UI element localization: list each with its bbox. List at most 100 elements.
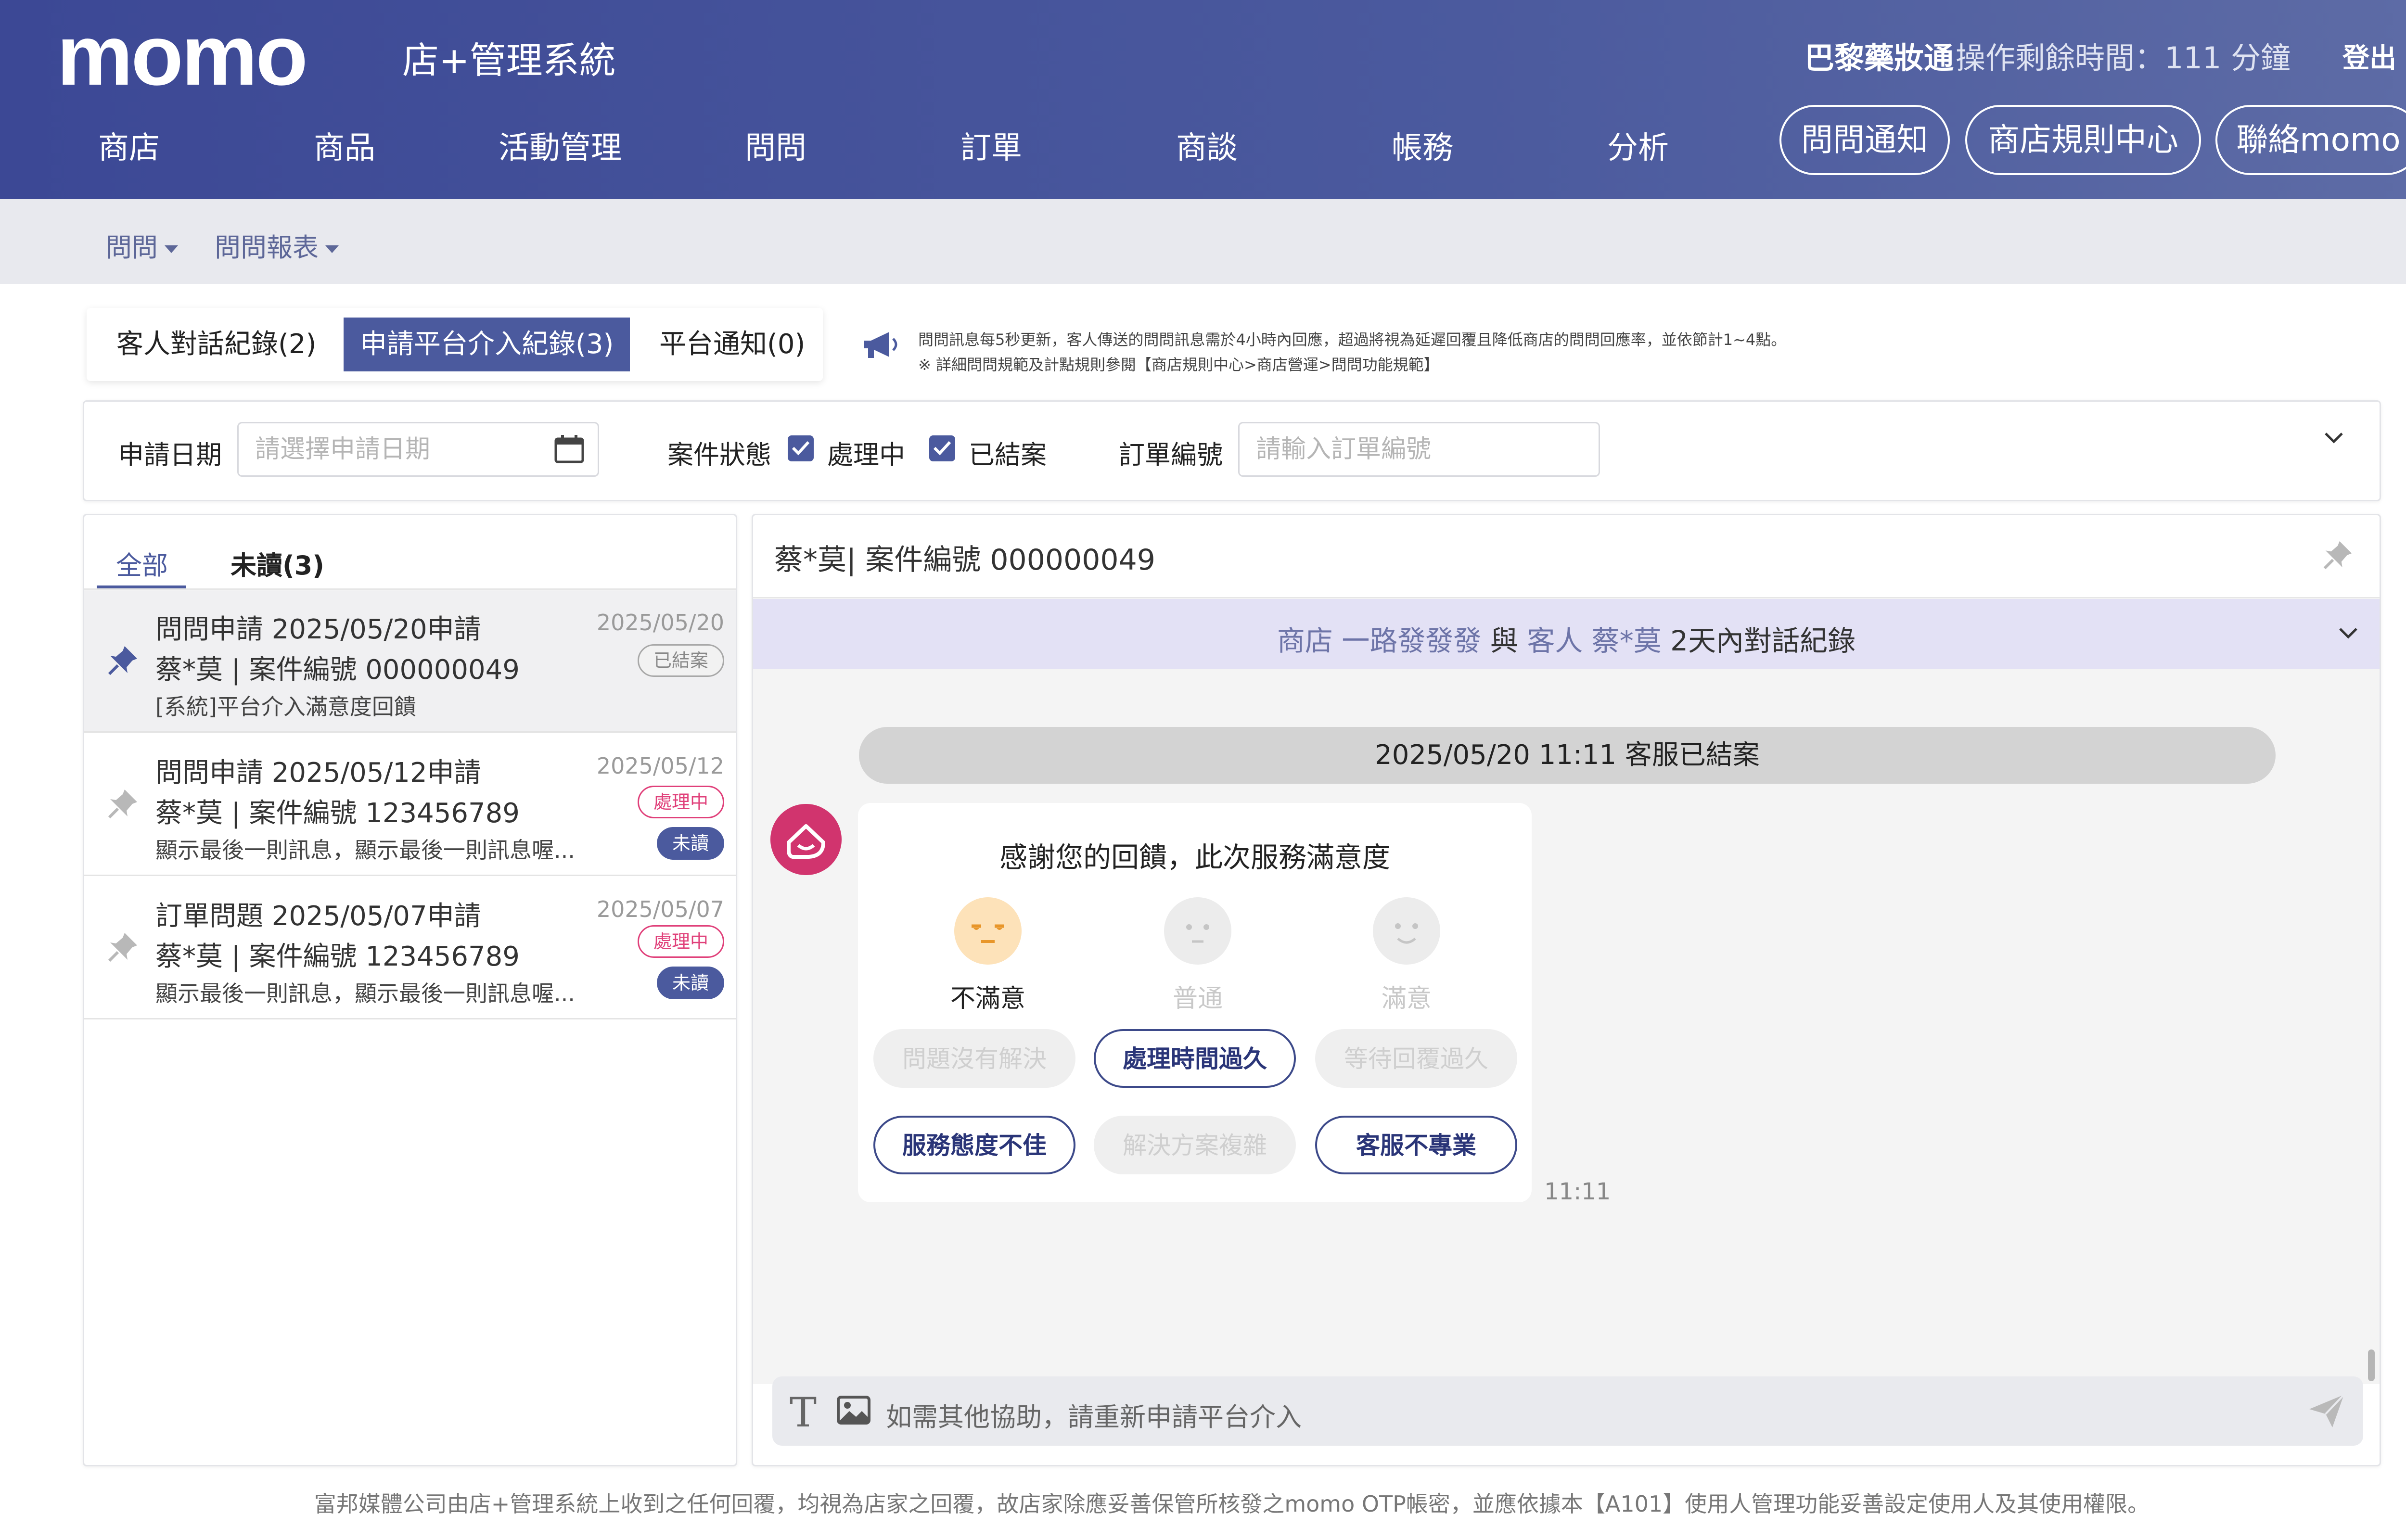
conv-suffix: 2天內對話紀錄 xyxy=(1670,624,1856,657)
apply-date-input[interactable]: 請選擇申請日期 xyxy=(237,422,599,477)
reason-chip[interactable]: 客服不專業 xyxy=(1315,1116,1517,1174)
face-label-neutral: 普通 xyxy=(1172,984,1223,1013)
pin-icon[interactable] xyxy=(105,787,140,821)
pin-icon[interactable] xyxy=(2321,538,2355,572)
text-format-icon[interactable]: T xyxy=(790,1389,817,1436)
status-badge-closed: 已結案 xyxy=(637,644,724,677)
order-number-label: 訂單編號 xyxy=(1119,440,1223,470)
session-remaining-time: 操作剩餘時間：111 分鐘 xyxy=(1955,40,2291,76)
chat-scrollbar[interactable] xyxy=(2368,1349,2375,1381)
case-list-item[interactable]: 問問申請 2025/05/12申請 蔡*莫 | 案件編號 123456789 顯… xyxy=(84,734,736,876)
footer-disclaimer: 富邦媒體公司由店+管理系統上收到之任何回覆，均視為店家之回覆，故店家除應妥善保管… xyxy=(314,1491,2150,1517)
case-title: 訂單問題 2025/05/07申請 xyxy=(155,901,481,932)
chat-messages[interactable]: 2025/05/20 11:11 客服已結案 感謝您的回饋，此次服務滿意度 不滿… xyxy=(753,669,2380,1384)
conv-shop-prefix: 商店 xyxy=(1277,624,1333,657)
nav-negotiation[interactable]: 商談 xyxy=(1176,124,1238,172)
caret-down-icon xyxy=(325,245,339,254)
pin-icon[interactable] xyxy=(105,643,140,678)
case-date: 2025/05/20 xyxy=(596,610,724,636)
message-composer[interactable]: T 如需其他協助，請重新申請平台介入 xyxy=(772,1376,2363,1446)
satisfied-face-icon[interactable] xyxy=(1373,897,1440,965)
chat-case-title: 蔡*莫| 案件編號 000000049 xyxy=(774,543,1155,577)
reason-chip[interactable]: 等待回覆過久 xyxy=(1315,1029,1517,1088)
qa-notification-button[interactable]: 問問通知 xyxy=(1779,105,1950,175)
reason-chip[interactable]: 服務態度不佳 xyxy=(873,1116,1075,1174)
expand-filter-chevron-icon[interactable] xyxy=(2322,426,2346,450)
top-header: momo 店+管理系統 巴黎藥妝通 操作剩餘時間：111 分鐘 登出 商店 商品… xyxy=(0,0,2406,199)
case-customer-number: 蔡*莫 | 案件編號 123456789 xyxy=(155,798,520,829)
notice-line-2: ※ 詳細問問規範及計點規則參閱【商店規則中心>商店營運>問問功能規範】 xyxy=(918,356,1439,374)
subnav-qa-label: 問問 xyxy=(106,232,158,263)
message-time: 11:11 xyxy=(1544,1178,1611,1205)
order-number-input[interactable]: 請輸入訂單編號 xyxy=(1238,422,1600,477)
tab-customer-conversations[interactable]: 客人對話紀錄(2) xyxy=(116,318,316,371)
conv-customer-name: 蔡*莫 xyxy=(1591,624,1662,657)
chevron-down-icon[interactable] xyxy=(2336,621,2360,645)
unread-badge: 未讀 xyxy=(656,827,724,860)
survey-title: 感謝您的回饋，此次服務滿意度 xyxy=(999,841,1390,874)
composer-placeholder: 如需其他協助，請重新申請平台介入 xyxy=(886,1402,1302,1432)
conv-shop-name: 一路發發發 xyxy=(1342,624,1482,657)
megaphone-icon xyxy=(864,332,897,358)
case-status-label: 案件狀態 xyxy=(667,440,771,470)
tab-platform-intervention[interactable]: 申請平台介入紀錄(3) xyxy=(344,318,630,371)
main-nav: 商店 商品 活動管理 問問 訂單 商談 帳務 分析 xyxy=(0,124,1732,172)
list-tab-unread[interactable]: 未讀(3) xyxy=(230,544,324,582)
momo-service-avatar-icon xyxy=(770,804,842,875)
status-processing-label: 處理中 xyxy=(827,440,905,470)
divider xyxy=(753,597,2380,598)
status-processing-checkbox[interactable] xyxy=(788,435,814,461)
sub-nav: 問問 問問報表 xyxy=(0,199,2406,284)
shop-rules-center-button[interactable]: 商店規則中心 xyxy=(1965,105,2201,175)
conversation-history-bar[interactable]: 商店 一路發發發 與 客人 蔡*莫 2天內對話紀錄 xyxy=(753,599,2380,669)
nav-orders[interactable]: 訂單 xyxy=(960,124,1022,172)
nav-campaigns[interactable]: 活動管理 xyxy=(499,124,622,172)
subnav-qa-report-dropdown[interactable]: 問問報表 xyxy=(215,226,339,264)
contact-momo-button[interactable]: 聯絡momo xyxy=(2215,105,2406,175)
check-icon xyxy=(792,441,810,456)
logout-link[interactable]: 登出 xyxy=(2342,37,2396,76)
momo-logo[interactable]: momo xyxy=(57,13,308,98)
tab-platform-notifications[interactable]: 平台通知(0) xyxy=(659,318,805,371)
order-number-placeholder: 請輸入訂單編號 xyxy=(1256,435,1432,464)
face-label-satisfied: 滿意 xyxy=(1381,984,1432,1013)
apply-date-label: 申請日期 xyxy=(118,440,222,470)
chat-panel: 蔡*莫| 案件編號 000000049 商店 一路發發發 與 客人 蔡*莫 2天… xyxy=(752,514,2381,1466)
satisfaction-survey-card: 感謝您的回饋，此次服務滿意度 不滿意 普通 滿意 問題沒有解決 處理時間過久 等… xyxy=(858,803,1532,1202)
nav-qa[interactable]: 問問 xyxy=(745,124,806,172)
nav-shop[interactable]: 商店 xyxy=(98,124,160,172)
reason-chip[interactable]: 處理時間過久 xyxy=(1094,1029,1296,1088)
case-last-message: 顯示最後一則訊息，顯示最後一則訊息喔... xyxy=(155,837,575,863)
status-closed-checkbox[interactable] xyxy=(929,435,955,461)
pin-icon[interactable] xyxy=(105,930,140,965)
subnav-qa-dropdown[interactable]: 問問 xyxy=(106,226,178,264)
caret-down-icon xyxy=(165,245,178,254)
image-upload-icon[interactable] xyxy=(837,1396,870,1425)
reason-chip[interactable]: 解決方案複雜 xyxy=(1094,1116,1296,1174)
case-last-message: [系統]平台介入滿意度回饋 xyxy=(155,694,416,720)
dissatisfied-face-icon[interactable] xyxy=(954,897,1022,965)
check-icon xyxy=(933,441,951,456)
calendar-icon[interactable] xyxy=(554,435,584,464)
case-list-item[interactable]: 訂單問題 2025/05/07申請 蔡*莫 | 案件編號 123456789 顯… xyxy=(84,877,736,1019)
shop-name: 巴黎藥妝通 xyxy=(1804,40,1954,76)
nav-analytics[interactable]: 分析 xyxy=(1607,124,1669,172)
neutral-face-icon[interactable] xyxy=(1164,897,1231,965)
divider xyxy=(84,588,736,590)
send-icon[interactable] xyxy=(2307,1393,2346,1429)
case-date: 2025/05/07 xyxy=(596,896,724,922)
face-label-dissatisfied: 不滿意 xyxy=(950,984,1025,1013)
subnav-qa-report-label: 問問報表 xyxy=(215,232,319,263)
apply-date-placeholder: 請選擇申請日期 xyxy=(255,435,431,464)
case-customer-number: 蔡*莫 | 案件編號 000000049 xyxy=(155,654,520,686)
case-list-item[interactable]: 問問申請 2025/05/20申請 蔡*莫 | 案件編號 000000049 [… xyxy=(84,590,736,733)
nav-accounting[interactable]: 帳務 xyxy=(1392,124,1453,172)
qa-rule-notice: 問問訊息每5秒更新，客人傳送的問問訊息需於4小時內回應，超過將視為延遲回覆且降低… xyxy=(918,327,1786,377)
list-tab-all[interactable]: 全部 xyxy=(116,544,168,582)
reason-chip[interactable]: 問題沒有解決 xyxy=(873,1029,1075,1088)
status-closed-label: 已結案 xyxy=(969,440,1047,470)
case-last-message: 顯示最後一則訊息，顯示最後一則訊息喔... xyxy=(155,980,575,1006)
conv-and: 與 xyxy=(1490,624,1518,657)
system-message: 2025/05/20 11:11 客服已結案 xyxy=(859,727,2276,784)
nav-products[interactable]: 商品 xyxy=(314,124,375,172)
